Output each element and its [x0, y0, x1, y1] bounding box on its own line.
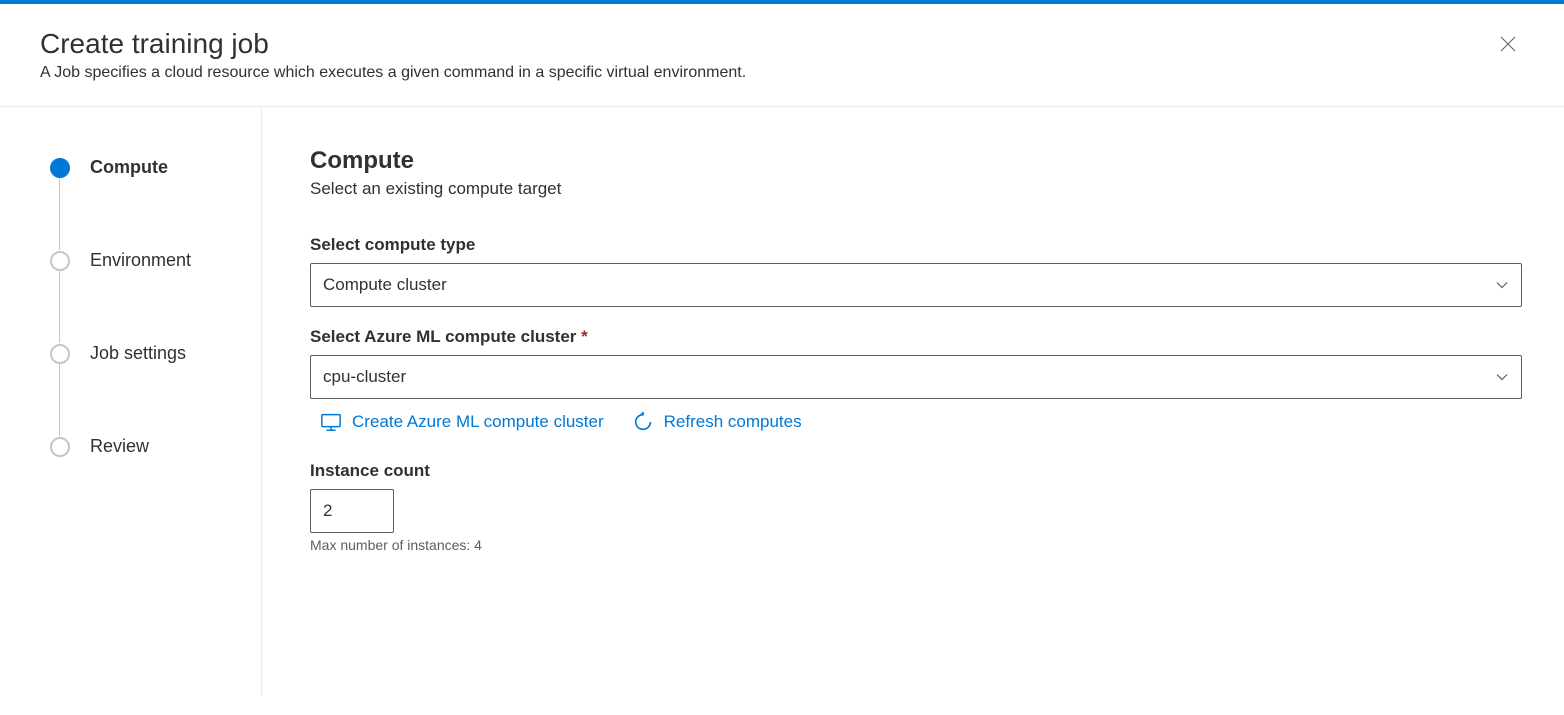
step-review[interactable]: Review: [50, 436, 241, 457]
compute-type-select[interactable]: Compute cluster: [310, 263, 1522, 307]
compute-cluster-value: cpu-cluster: [323, 367, 406, 387]
compute-type-value: Compute cluster: [323, 275, 447, 295]
step-connector: [59, 271, 60, 343]
refresh-icon: [632, 411, 654, 433]
close-icon: [1500, 35, 1516, 53]
page-header: Create training job A Job specifies a cl…: [0, 4, 1564, 107]
instance-count-input[interactable]: [310, 489, 394, 533]
step-indicator-icon: [50, 437, 70, 457]
required-asterisk: *: [581, 327, 588, 346]
step-label: Compute: [90, 157, 168, 178]
step-label: Environment: [90, 250, 191, 271]
create-cluster-link[interactable]: Create Azure ML compute cluster: [320, 411, 604, 433]
step-environment[interactable]: Environment: [50, 250, 241, 271]
close-button[interactable]: [1492, 28, 1524, 60]
chevron-down-icon: [1495, 278, 1509, 292]
step-indicator-icon: [50, 158, 70, 178]
main-content: Compute Select an existing compute targe…: [262, 107, 1564, 696]
page-title: Create training job: [40, 28, 1492, 60]
refresh-computes-label: Refresh computes: [664, 412, 802, 432]
step-connector: [59, 178, 60, 250]
body-container: Compute Environment Job settings Review …: [0, 107, 1564, 696]
instance-count-label: Instance count: [310, 461, 1524, 481]
page-subtitle: A Job specifies a cloud resource which e…: [40, 64, 1492, 82]
instance-count-hint: Max number of instances: 4: [310, 537, 1524, 553]
chevron-down-icon: [1495, 370, 1509, 384]
refresh-computes-link[interactable]: Refresh computes: [632, 411, 802, 433]
monitor-icon: [320, 411, 342, 433]
compute-type-label: Select compute type: [310, 235, 1524, 255]
step-label: Review: [90, 436, 149, 457]
step-indicator-icon: [50, 251, 70, 271]
compute-cluster-select[interactable]: cpu-cluster: [310, 355, 1522, 399]
create-cluster-label: Create Azure ML compute cluster: [352, 412, 604, 432]
step-indicator-icon: [50, 344, 70, 364]
step-label: Job settings: [90, 343, 186, 364]
section-subtitle: Select an existing compute target: [310, 179, 1524, 199]
section-title: Compute: [310, 147, 1524, 175]
cluster-actions: Create Azure ML compute cluster Refresh …: [310, 411, 1524, 433]
wizard-steps-sidebar: Compute Environment Job settings Review: [0, 107, 262, 696]
compute-cluster-label: Select Azure ML compute cluster *: [310, 327, 1524, 347]
step-compute[interactable]: Compute: [50, 157, 241, 178]
step-connector: [59, 364, 60, 436]
step-job-settings[interactable]: Job settings: [50, 343, 241, 364]
